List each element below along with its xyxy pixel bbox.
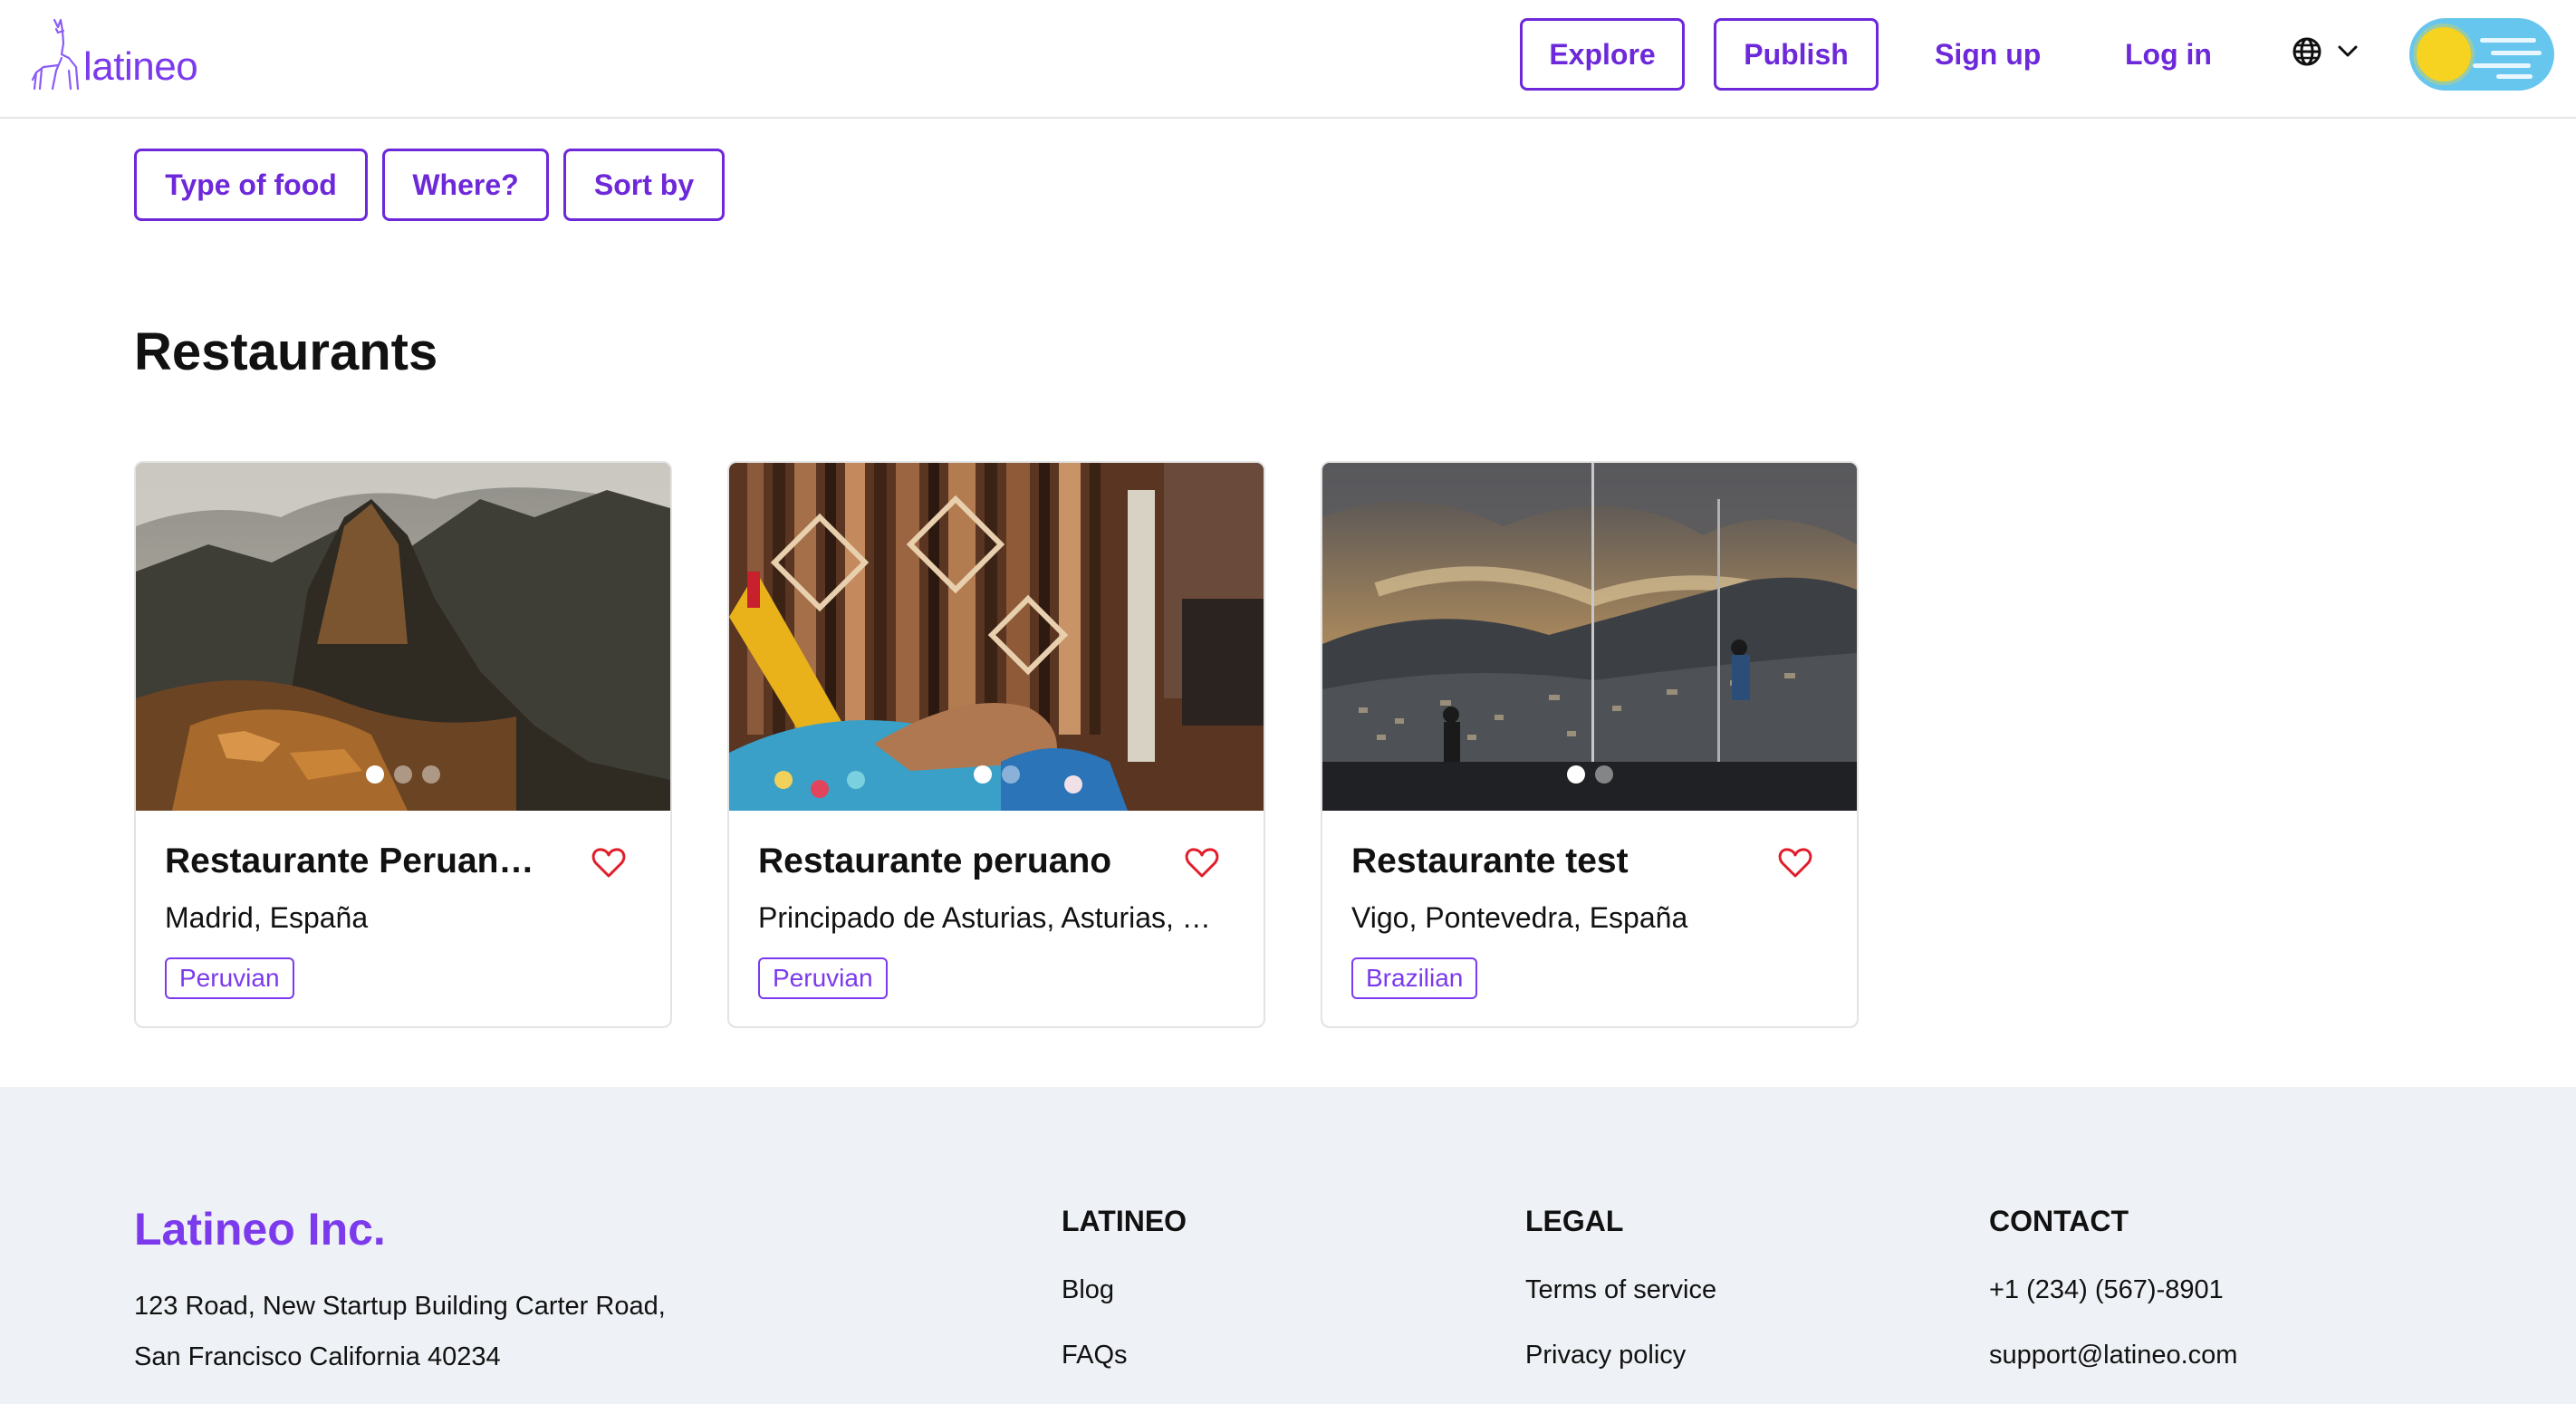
heart-icon[interactable] bbox=[1777, 845, 1813, 881]
language-selector[interactable] bbox=[2292, 36, 2359, 67]
cuisine-tag[interactable]: Brazilian bbox=[1351, 957, 1478, 999]
restaurant-card[interactable]: Restaurante Peruano en Madrid Madrid, Es… bbox=[134, 461, 672, 1028]
type-of-food-filter[interactable]: Type of food bbox=[134, 149, 368, 221]
wind-streak bbox=[2473, 63, 2531, 68]
carousel-dots bbox=[136, 765, 670, 784]
address-line: San Francisco California 40234 bbox=[134, 1342, 501, 1371]
footer-link-terms[interactable]: Terms of service bbox=[1525, 1275, 1716, 1305]
footer-link-phone[interactable]: +1 (234) (567)-8901 bbox=[1989, 1275, 2224, 1305]
wind-streak bbox=[2496, 74, 2533, 79]
carousel-dot[interactable] bbox=[422, 765, 440, 784]
logo-text: latineo bbox=[83, 44, 198, 89]
carousel-dots bbox=[1322, 765, 1857, 784]
footer-heading-contact: CONTACT bbox=[1989, 1205, 2129, 1237]
carousel-dot[interactable] bbox=[1001, 765, 1020, 784]
footer-heading-legal: LEGAL bbox=[1525, 1205, 1624, 1237]
restaurant-location: Vigo, Pontevedra, España bbox=[1351, 901, 1688, 934]
logo[interactable]: latineo bbox=[31, 16, 198, 91]
footer-link-email[interactable]: support@latineo.com bbox=[1989, 1341, 2237, 1370]
theme-toggle[interactable] bbox=[2409, 18, 2554, 91]
signup-link[interactable]: Sign up bbox=[1935, 18, 2041, 91]
login-link[interactable]: Log in bbox=[2125, 18, 2212, 91]
restaurant-image[interactable] bbox=[136, 463, 670, 811]
footer-brand: Latineo Inc. bbox=[134, 1204, 386, 1255]
page-title: Restaurants bbox=[134, 322, 438, 381]
carousel-dot[interactable] bbox=[973, 765, 992, 784]
restaurant-title[interactable]: Restaurante test bbox=[1351, 841, 1741, 881]
restaurant-image[interactable] bbox=[1322, 463, 1857, 811]
carousel-dot[interactable] bbox=[1594, 765, 1613, 784]
sun-icon bbox=[2417, 27, 2471, 82]
sort-by-filter[interactable]: Sort by bbox=[563, 149, 725, 221]
top-navbar: latineo Explore Publish Sign up Log in bbox=[0, 0, 2576, 119]
wind-streak bbox=[2480, 38, 2536, 43]
restaurant-location: Madrid, España bbox=[165, 901, 369, 934]
restaurant-title[interactable]: Restaurante Peruano en Madrid bbox=[165, 841, 554, 881]
explore-button[interactable]: Explore bbox=[1520, 18, 1685, 91]
heart-icon[interactable] bbox=[591, 845, 627, 881]
restaurant-card[interactable]: Restaurante peruano Principado de Asturi… bbox=[727, 461, 1265, 1028]
footer: Latineo Inc. 123 Road, New Startup Build… bbox=[0, 1087, 2576, 1404]
footer-link-blog[interactable]: Blog bbox=[1062, 1275, 1114, 1305]
restaurant-location: Principado de Asturias, Asturias, España bbox=[758, 901, 1229, 934]
chevron-down-icon bbox=[2338, 45, 2358, 57]
cuisine-tag[interactable]: Peruvian bbox=[758, 957, 888, 999]
footer-link-privacy[interactable]: Privacy policy bbox=[1525, 1341, 1686, 1370]
footer-heading-latineo: LATINEO bbox=[1062, 1205, 1187, 1237]
globe-icon bbox=[2292, 37, 2321, 66]
wind-streak bbox=[2491, 51, 2542, 55]
llama-icon bbox=[31, 18, 80, 91]
cuisine-tag[interactable]: Peruvian bbox=[165, 957, 294, 999]
footer-link-faqs[interactable]: FAQs bbox=[1062, 1341, 1128, 1370]
carousel-dot[interactable] bbox=[366, 765, 384, 784]
carousel-dots bbox=[729, 765, 1264, 784]
carousel-dot[interactable] bbox=[394, 765, 412, 784]
heart-icon[interactable] bbox=[1184, 845, 1220, 881]
restaurant-title[interactable]: Restaurante peruano bbox=[758, 841, 1148, 881]
restaurant-card[interactable]: Restaurante test Vigo, Pontevedra, Españ… bbox=[1321, 461, 1859, 1028]
address-line: 123 Road, New Startup Building Carter Ro… bbox=[134, 1292, 666, 1321]
where-filter[interactable]: Where? bbox=[382, 149, 549, 221]
restaurant-image[interactable] bbox=[729, 463, 1264, 811]
publish-button[interactable]: Publish bbox=[1714, 18, 1879, 91]
carousel-dot[interactable] bbox=[1566, 765, 1585, 784]
